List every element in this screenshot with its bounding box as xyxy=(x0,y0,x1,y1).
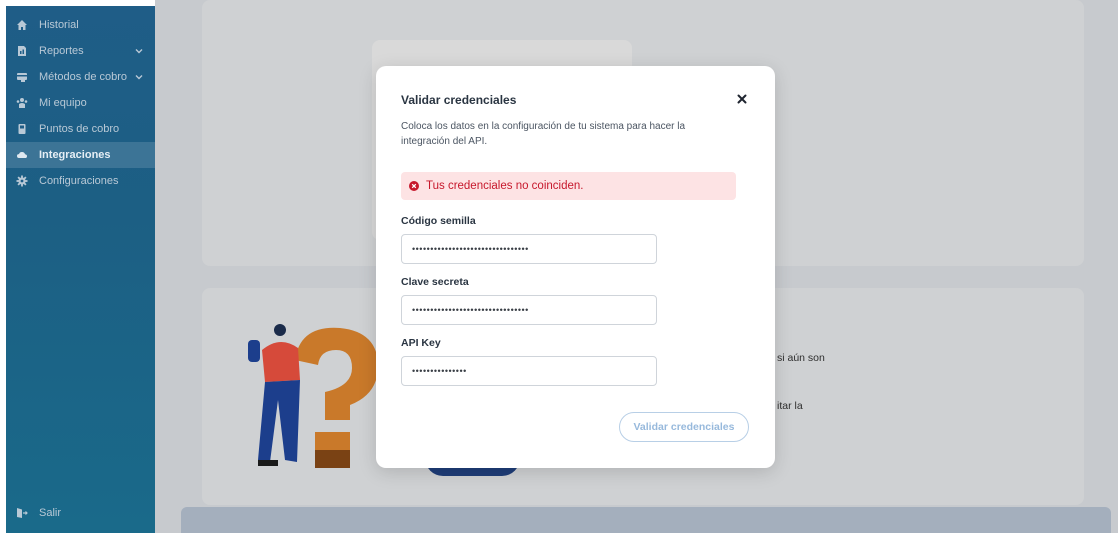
validate-credentials-button[interactable]: Validar credenciales xyxy=(619,412,749,442)
sidebar-item-configuraciones[interactable]: Configuraciones xyxy=(6,168,155,194)
payment-icon xyxy=(16,71,28,83)
sidebar-item-mi-equipo[interactable]: Mi equipo xyxy=(6,90,155,116)
modal-description: Coloca los datos en la configuración de … xyxy=(401,121,686,147)
footer-bar xyxy=(181,507,1111,533)
sidebar-item-metodos-de-cobro[interactable]: Métodos de cobro xyxy=(6,64,155,90)
team-icon xyxy=(16,97,28,109)
gear-icon xyxy=(16,175,28,187)
api-key-label: API Key xyxy=(401,337,441,349)
close-icon[interactable] xyxy=(735,92,749,106)
api-key-field[interactable] xyxy=(401,356,657,386)
secret-key-label: Clave secreta xyxy=(401,276,469,288)
sidebar-item-label: Métodos de cobro xyxy=(39,71,128,83)
logout-label: Salir xyxy=(39,507,62,519)
logout-button[interactable]: Salir xyxy=(16,507,61,519)
sidebar-item-label: Mi equipo xyxy=(39,97,87,109)
chevron-down-icon[interactable] xyxy=(135,72,143,80)
sidebar-item-label: Reportes xyxy=(39,45,84,57)
document-icon xyxy=(16,45,28,57)
sidebar-item-integraciones[interactable]: Integraciones xyxy=(6,142,155,168)
sidebar-item-reportes[interactable]: Reportes xyxy=(6,38,155,64)
error-alert: Tus credenciales no coinciden. xyxy=(401,172,736,200)
sidebar-item-puntos-de-cobro[interactable]: Puntos de cobro xyxy=(6,116,155,142)
sidebar: Historial Reportes Métodos de cobro Mi e… xyxy=(6,6,155,533)
error-icon xyxy=(409,181,419,191)
modal-title: Validar credenciales xyxy=(401,93,517,107)
chevron-down-icon[interactable] xyxy=(135,46,143,54)
home-icon xyxy=(16,19,28,31)
secret-key-field[interactable] xyxy=(401,295,657,325)
sidebar-item-historial[interactable]: Historial xyxy=(6,12,155,38)
sidebar-item-label: Configuraciones xyxy=(39,175,119,187)
sidebar-item-label: Historial xyxy=(39,19,79,31)
sidebar-item-label: Puntos de cobro xyxy=(39,123,120,135)
alert-text: Tus credenciales no coinciden. xyxy=(426,180,584,192)
cloud-icon xyxy=(16,149,28,161)
seed-code-field[interactable] xyxy=(401,234,657,264)
seed-code-label: Código semilla xyxy=(401,215,476,227)
background-text: itar la xyxy=(777,400,803,412)
sidebar-item-label: Integraciones xyxy=(39,149,111,161)
device-icon xyxy=(16,123,28,135)
help-illustration xyxy=(240,320,380,480)
exit-icon xyxy=(16,507,28,519)
validate-credentials-modal: Validar credenciales Coloca los datos en… xyxy=(376,66,775,468)
background-text: si aún son xyxy=(777,352,825,364)
